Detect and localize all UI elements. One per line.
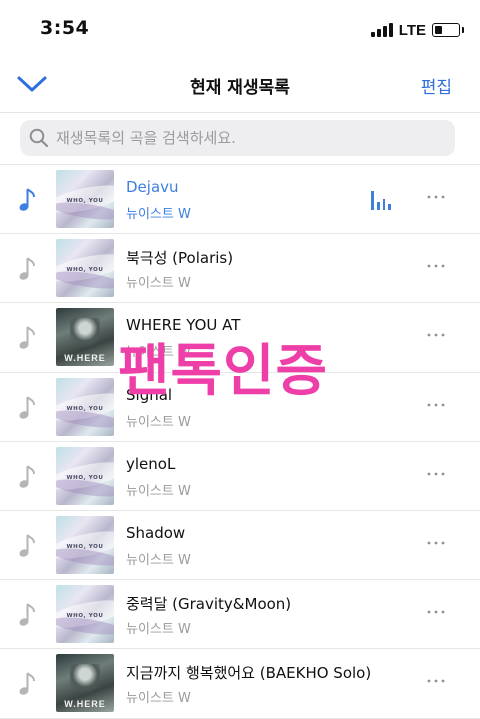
track-row[interactable]: WHO, YOU Shadow 뉴이스트 W [0, 511, 480, 581]
page-title: 현재 재생목록 [190, 78, 290, 98]
track-artist: 뉴이스트 W [126, 414, 191, 430]
album-art-text: WHO, YOU [66, 198, 104, 204]
music-note-icon [18, 671, 38, 697]
search-icon [29, 128, 49, 148]
more-options-icon[interactable] [426, 187, 446, 207]
music-note-icon [18, 395, 38, 421]
search-input[interactable] [56, 120, 446, 156]
music-note-icon [18, 464, 38, 490]
track-artist: 뉴이스트 W [126, 276, 191, 292]
divider [0, 112, 480, 113]
signal-icon [370, 23, 393, 37]
track-row[interactable]: W.HERE 지금까지 행복했어요 (BAEKHO Solo) 뉴이스트 W [0, 649, 480, 719]
track-row[interactable]: WHO, YOU 중력달 (Gravity&Moon) 뉴이스트 W [0, 580, 480, 650]
more-options-icon[interactable] [426, 325, 446, 345]
now-playing-icon [371, 190, 391, 210]
more-options-icon[interactable] [426, 464, 446, 484]
music-note-icon [18, 325, 38, 351]
album-art: W.HERE [56, 308, 114, 367]
album-art-text: W.HERE [64, 353, 106, 364]
music-note-icon [18, 256, 38, 282]
track-list: WHO, YOU Dejavu 뉴이스트 W WHO, YOU 북극성 (Polaris… [0, 165, 480, 719]
album-art: WHO, YOU [56, 170, 114, 228]
music-note-icon [18, 187, 38, 213]
battery-icon [432, 23, 464, 37]
track-row[interactable]: WHO, YOU Dejavu 뉴이스트 W [0, 165, 480, 235]
album-art: W.HERE [56, 654, 114, 713]
search-bar [20, 120, 455, 156]
track-title: WHERE YOU AT [126, 316, 241, 335]
track-title: 지금까지 행복했어요 (BAEKHO Solo) [126, 664, 372, 683]
track-title: 북극성 (Polaris) [126, 249, 234, 268]
track-artist: 뉴이스트 W [126, 207, 191, 222]
album-art: WHO, YOU [56, 515, 114, 574]
track-row[interactable]: WHO, YOU ylenoL 뉴이스트 W [0, 442, 480, 511]
status-time: 3:54 [40, 17, 90, 39]
music-note-icon [18, 602, 38, 628]
more-options-icon[interactable] [426, 533, 446, 553]
network-type: LTE [398, 21, 426, 39]
more-options-icon[interactable] [426, 602, 446, 622]
track-title: Dejavu [126, 178, 179, 196]
track-artist: 뉴이스트 W [126, 622, 191, 638]
music-note-icon [18, 533, 38, 559]
album-art-text: WHO, YOU [66, 267, 104, 274]
track-title: Shadow [126, 523, 186, 542]
album-art: WHO, YOU [56, 377, 114, 436]
track-title: 중력달 (Gravity&Moon) [126, 595, 292, 614]
edit-button[interactable]: 편집 [421, 73, 452, 98]
track-artist: 뉴이스트 W [126, 345, 191, 361]
album-art-text: WHO, YOU [66, 474, 104, 481]
album-art: WHO, YOU [56, 446, 114, 505]
track-artist: 뉴이스트 W [126, 691, 191, 707]
album-art-text: WHO, YOU [66, 613, 104, 620]
more-options-icon[interactable] [426, 395, 446, 415]
track-title: Signal [126, 385, 173, 404]
album-art-text: WHO, YOU [66, 405, 104, 412]
album-art-text: W.HERE [64, 699, 106, 710]
album-art: WHO, YOU [56, 239, 114, 298]
album-art-text: WHO, YOU [66, 543, 104, 550]
track-title: ylenoL [126, 454, 176, 473]
track-artist: 뉴이스트 W [126, 483, 191, 499]
track-row[interactable]: WHO, YOU 북극성 (Polaris) 뉴이스트 W [0, 234, 480, 304]
more-options-icon[interactable] [426, 256, 446, 276]
nav-bar: 현재 재생목록 편집 [0, 58, 480, 112]
track-row[interactable]: W.HERE WHERE YOU AT 뉴이스트 W [0, 303, 480, 373]
status-bar: 3:54 LTE [0, 0, 480, 58]
track-artist: 뉴이스트 W [126, 552, 191, 568]
more-options-icon[interactable] [426, 671, 446, 691]
status-indicators: LTE [370, 20, 464, 40]
track-row[interactable]: WHO, YOU Signal 뉴이스트 W [0, 373, 480, 442]
album-art: WHO, YOU [56, 585, 114, 644]
